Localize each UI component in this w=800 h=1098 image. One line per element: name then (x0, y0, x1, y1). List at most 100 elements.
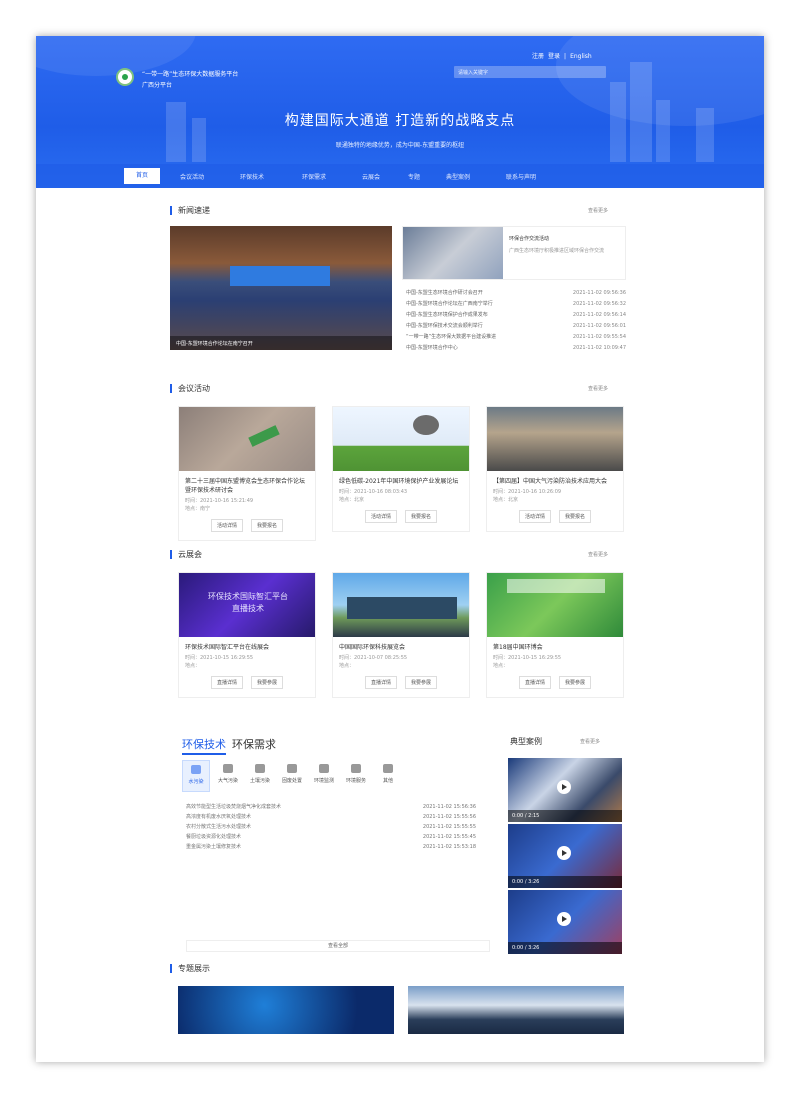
meeting-title: 第二十三届中国东盟博览会生态环保合作论坛暨环保技术研讨会 (185, 478, 306, 494)
link-separator: | (564, 53, 567, 60)
meeting-place: 地点：南宁 (185, 506, 211, 512)
video-controls[interactable]: 0:00 / 3:26 (508, 942, 622, 954)
nav-item-contact[interactable]: 联系与声明 (506, 172, 536, 181)
meeting-details-button[interactable]: 活动详情 (518, 510, 551, 523)
play-icon[interactable] (557, 912, 571, 926)
video-controls[interactable]: 0:00 / 3:26 (508, 876, 622, 888)
category-soil[interactable]: 土壤污染 (246, 760, 274, 792)
meetings-more-link[interactable]: 查看更多 (588, 385, 608, 392)
case-video[interactable]: 0:00 / 3:26 (508, 890, 622, 954)
tab-demand[interactable]: 环保需求 (232, 738, 276, 751)
expo-image (487, 573, 623, 637)
meeting-place: 地点：北京 (493, 497, 519, 503)
login-link[interactable]: 登录 (548, 53, 560, 60)
news-side-item[interactable]: 环保合作交流活动 广西生态环境厅积极推进区域环保合作交流 (402, 226, 626, 280)
main-nav: 首页 会议活动 环保技术 环保需求 云展会 专题 典型案例 联系与声明 (36, 164, 764, 188)
expo-place: 地点： (339, 663, 355, 669)
category-other[interactable]: 其他 (374, 760, 402, 792)
video-controls[interactable]: 0:00 / 2:15 (508, 810, 622, 822)
category-air[interactable]: 大气污染 (214, 760, 242, 792)
cases-title: 典型案例 (510, 737, 542, 746)
meeting-register-button[interactable]: 我要报名 (405, 510, 438, 523)
expo-time: 时间：2021-10-07 08:25:55 (339, 655, 408, 661)
list-item[interactable]: 重金属污染土壤修复技术 2021-11-02 15:53:18 (186, 842, 476, 852)
list-item[interactable]: 餐厨垃圾资源化处理技术 2021-11-02 15:55:45 (186, 832, 476, 842)
play-icon[interactable] (557, 846, 571, 860)
tab-tech[interactable]: 环保技术 (182, 738, 226, 755)
search-input[interactable]: 请输入关键字 (454, 66, 606, 78)
case-video[interactable]: 0:00 / 2:15 (508, 758, 622, 822)
list-item[interactable]: “一带一路”生态环保大数据平台建设推进 2021-11-02 09:55:54 (406, 332, 626, 343)
expo-card[interactable]: 环保技术国际智汇平台 直播技术 环保技术国际智汇平台在线展会 时间：2021-1… (178, 572, 316, 698)
meeting-image (487, 407, 623, 471)
top-links: 注册 登录 | English (532, 51, 596, 60)
play-icon[interactable] (557, 780, 571, 794)
case-video[interactable]: 0:00 / 3:26 (508, 824, 622, 888)
expo-card[interactable]: 中国国际环保科技展览会 时间：2021-10-07 08:25:55 地点： 直… (332, 572, 470, 698)
news-side-desc: 广西生态环境厅积极推进区域环保合作交流 (509, 248, 605, 254)
meeting-title: 【第四届】中国大气污染防治技术应用大会 (493, 478, 608, 485)
nav-item-tech[interactable]: 环保技术 (240, 172, 264, 181)
meeting-register-button[interactable]: 我要报名 (559, 510, 592, 523)
meeting-card[interactable]: 第二十三届中国东盟博览会生态环保合作论坛暨环保技术研讨会 时间：2021-10-… (178, 406, 316, 541)
expo-image (333, 573, 469, 637)
special-banner-map[interactable] (178, 986, 394, 1034)
service-icon (351, 764, 361, 773)
meeting-place: 地点：北京 (339, 497, 365, 503)
expo-live-button[interactable]: 直播详情 (210, 676, 243, 689)
news-side-photo (403, 227, 503, 279)
site-name: “一带一路”生态环保大数据服务平台 广西分平台 (142, 71, 239, 89)
list-item[interactable]: 中国-东盟环境合作论坛在广西南宁举行 2021-11-02 09:56:32 (406, 299, 626, 310)
news-side-title: 环保合作交流活动 (509, 236, 550, 242)
news-list: 中国-东盟生态环境合作研讨会召开 2021-11-02 09:56:36 中国-东… (406, 288, 626, 354)
water-icon (191, 765, 201, 774)
category-water[interactable]: 水污染 (182, 760, 210, 792)
expo-place: 地点： (493, 663, 509, 669)
view-all-button[interactable]: 查看全部 (186, 940, 490, 952)
news-main-photo[interactable]: 中国-东盟环境合作论坛在南宁召开 (170, 226, 392, 350)
nav-item-special[interactable]: 专题 (408, 172, 420, 181)
list-item[interactable]: 高效节能型生活垃圾焚烧烟气净化成套技术 2021-11-02 15:56:36 (186, 802, 476, 812)
english-link[interactable]: English (570, 53, 592, 60)
expo-more-link[interactable]: 查看更多 (588, 551, 608, 558)
expo-exhibit-button[interactable]: 我要参展 (559, 676, 592, 689)
expo-time: 时间：2021-10-15 16:29:55 (185, 655, 254, 661)
expo-card[interactable]: 第18届中国环博会 时间：2021-10-15 16:29:55 地点： 直播详… (486, 572, 624, 698)
expo-live-button[interactable]: 直播详情 (364, 676, 397, 689)
special-banner-glacier[interactable] (408, 986, 624, 1034)
meeting-card[interactable]: 【第四届】中国大气污染防治技术应用大会 时间：2021-10-16 10:26:… (486, 406, 624, 532)
list-item[interactable]: 中国-东盟环境合作中心 2021-11-02 10:09:47 (406, 343, 626, 354)
nav-item-demand[interactable]: 环保需求 (302, 172, 326, 181)
register-link[interactable]: 注册 (532, 53, 544, 60)
category-waste[interactable]: 固废处置 (278, 760, 306, 792)
nav-item-expo[interactable]: 云展会 (362, 172, 380, 181)
expo-exhibit-button[interactable]: 我要参展 (251, 676, 284, 689)
news-main-caption: 中国-东盟环境合作论坛在南宁召开 (170, 336, 392, 350)
meeting-details-button[interactable]: 活动详情 (364, 510, 397, 523)
category-monitor[interactable]: 环境监测 (310, 760, 338, 792)
waste-icon (287, 764, 297, 773)
list-item[interactable]: 农村分散式生活污水处理技术 2021-11-02 15:55:55 (186, 822, 476, 832)
list-item[interactable]: 中国-东盟生态环境合作研讨会召开 2021-11-02 09:56:36 (406, 288, 626, 299)
meeting-details-button[interactable]: 活动详情 (210, 519, 243, 532)
expo-title: 第18届中国环博会 (493, 644, 543, 651)
list-item[interactable]: 中国-东盟生态环境保护合作成果发布 2021-11-02 09:56:14 (406, 310, 626, 321)
list-item[interactable]: 中国-东盟环保技术交流会顺利举行 2021-11-02 09:56:01 (406, 321, 626, 332)
expo-exhibit-button[interactable]: 我要参展 (405, 676, 438, 689)
meeting-register-button[interactable]: 我要报名 (251, 519, 284, 532)
list-item[interactable]: 高浓度有机废水厌氧处理技术 2021-11-02 15:55:56 (186, 812, 476, 822)
expo-title: 环保技术国际智汇平台在线展会 (185, 644, 270, 651)
site-logo[interactable] (116, 68, 134, 86)
expo-title: 中国国际环保科技展览会 (339, 644, 406, 651)
category-service[interactable]: 环境服务 (342, 760, 370, 792)
news-section-title: 新闻速递 (170, 206, 210, 215)
cases-more-link[interactable]: 查看更多 (580, 738, 600, 745)
meeting-card[interactable]: 绿色低碳-2021年中国环境保护产业发展论坛 时间：2021-10-16 08:… (332, 406, 470, 532)
nav-item-home[interactable]: 首页 (124, 168, 160, 184)
nav-item-meetings[interactable]: 会议活动 (180, 172, 204, 181)
news-more-link[interactable]: 查看更多 (588, 207, 608, 214)
nav-item-cases[interactable]: 典型案例 (446, 172, 470, 181)
expo-live-button[interactable]: 直播详情 (518, 676, 551, 689)
special-section-title: 专题展示 (170, 964, 210, 973)
expo-time: 时间：2021-10-15 16:29:55 (493, 655, 562, 661)
